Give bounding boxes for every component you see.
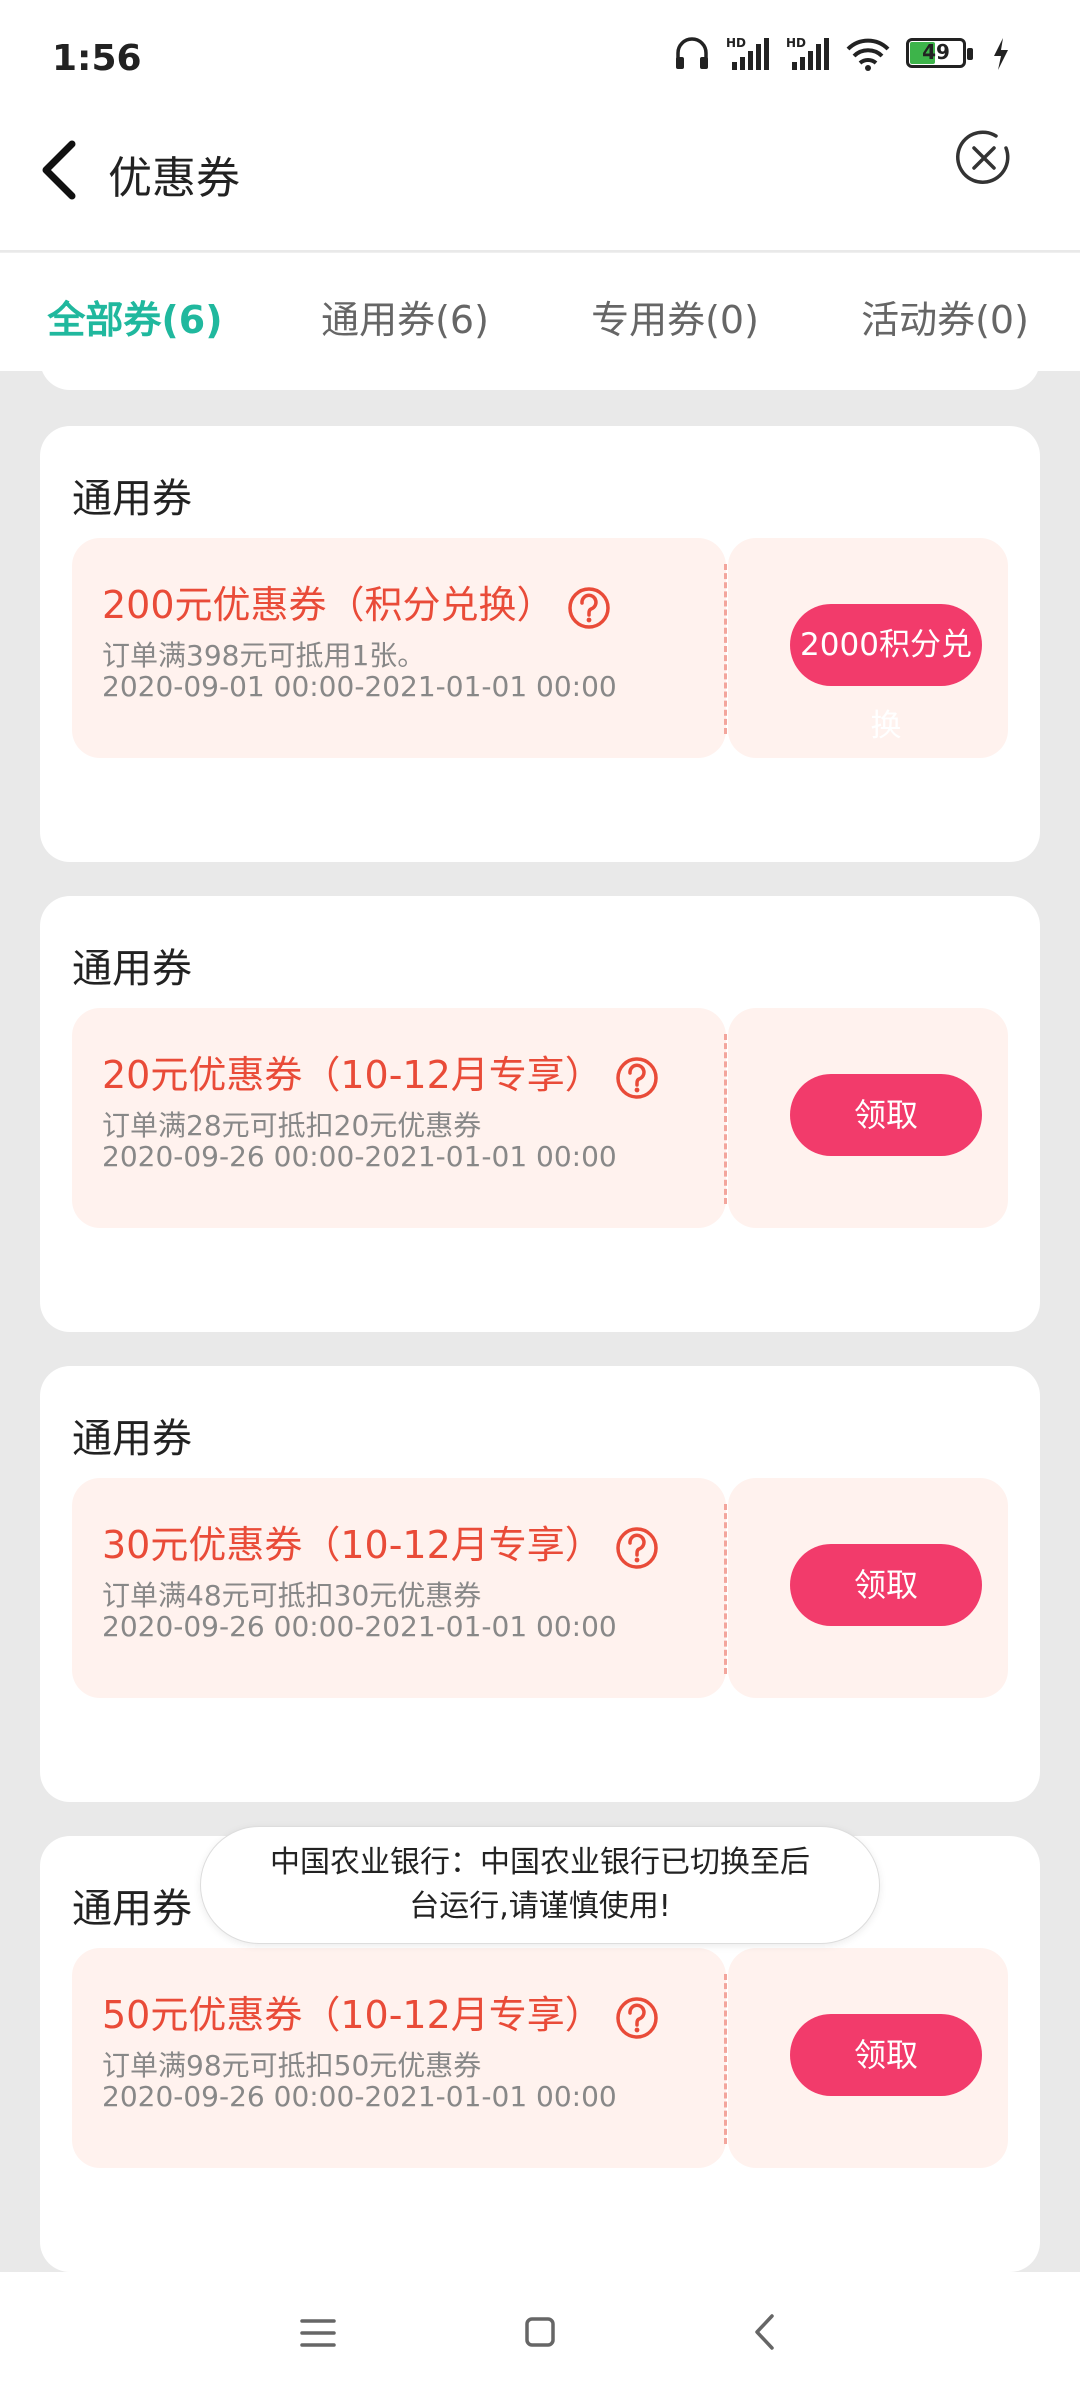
coupon-desc: 订单满48元可抵扣30元优惠券 [102, 1579, 482, 1612]
coupon-desc: 订单满398元可抵用1张。 [102, 639, 426, 672]
battery-icon: 49 [906, 38, 976, 70]
help-icon[interactable] [567, 586, 611, 630]
headset-icon [676, 37, 708, 69]
claim-button[interactable]: 领取 [790, 2014, 982, 2096]
coupon-ticket: 20元优惠券（10-12月专享） 订单满28元可抵扣20元优惠券 2020-09… [72, 1008, 1008, 1228]
help-icon[interactable] [615, 1996, 659, 2040]
toast-line-2: 台运行,请谨慎使用! [409, 1889, 671, 1924]
signal-hd-icon-2: HD [786, 36, 829, 70]
battery-text: 49 [922, 40, 950, 64]
back-arrow-icon[interactable] [38, 140, 78, 200]
coupon-ticket: 30元优惠券（10-12月专享） 订单满48元可抵扣30元优惠券 2020-09… [72, 1478, 1008, 1698]
svg-text:HD: HD [786, 36, 806, 50]
exchange-points-button[interactable]: 2000积分兑 [790, 604, 982, 686]
svg-text:HD: HD [726, 36, 746, 50]
toast-line-1: 中国农业银行：中国农业银行已切换至后 [270, 1845, 810, 1880]
exchange-button-label: 2000积分兑 [800, 627, 972, 663]
coupon-action: 领取 [728, 1948, 1008, 2168]
exchange-button-label-overflow: 换 [870, 708, 902, 744]
previous-card-stub [40, 354, 1040, 390]
coupon-name[interactable]: 30元优惠券（10-12月专享） [102, 1514, 659, 1570]
coupon-info: 50元优惠券（10-12月专享） 订单满98元可抵扣50元优惠券 2020-09… [72, 1948, 726, 2168]
coupon-ticket: 200元优惠券（积分兑换） 订单满398元可抵用1张。 2020-09-01 0… [72, 538, 1008, 758]
coupon-divider [724, 1504, 727, 1674]
status-bar: 1:56 HD HD 49 [0, 0, 1080, 120]
tab-activity[interactable]: 活动券(0) [810, 289, 1080, 344]
coupon-desc: 订单满28元可抵扣20元优惠券 [102, 1109, 482, 1142]
coupon-action: 领取 [728, 1478, 1008, 1698]
coupon-date: 2020-09-26 00:00-2021-01-01 00:00 [102, 2080, 617, 2113]
status-icons: HD HD 49 [674, 36, 1010, 72]
coupon-date: 2020-09-01 00:00-2021-01-01 00:00 [102, 670, 617, 703]
coupon-card: 通用券 200元优惠券（积分兑换） 订单满398元可抵用1张。 2020-09-… [40, 426, 1040, 862]
coupon-name[interactable]: 50元优惠券（10-12月专享） [102, 1984, 659, 2040]
coupon-category: 通用券 [72, 1886, 192, 1932]
coupon-card: 通用券 30元优惠券（10-12月专享） 订单满48元可抵扣30元优惠券 202… [40, 1366, 1040, 1802]
coupon-divider [724, 1974, 727, 2144]
coupon-action: 2000积分兑 换 [728, 538, 1008, 758]
charging-icon [994, 38, 1008, 70]
coupon-desc: 订单满98元可抵扣50元优惠券 [102, 2049, 482, 2082]
coupon-name[interactable]: 20元优惠券（10-12月专享） [102, 1044, 659, 1100]
toast-message: 中国农业银行：中国农业银行已切换至后 台运行,请谨慎使用! [200, 1826, 880, 1944]
coupon-name-text: 30元优惠券（10-12月专享） [102, 1523, 603, 1567]
help-icon[interactable] [615, 1526, 659, 1570]
coupon-divider [724, 1034, 727, 1204]
help-icon[interactable] [615, 1056, 659, 1100]
coupon-date: 2020-09-26 00:00-2021-01-01 00:00 [102, 1140, 617, 1173]
status-time: 1:56 [52, 38, 142, 79]
tab-special[interactable]: 专用券(0) [540, 289, 810, 344]
coupon-category: 通用券 [72, 476, 192, 522]
recent-apps-icon[interactable] [300, 2318, 336, 2348]
home-icon[interactable] [524, 2316, 556, 2348]
coupon-name[interactable]: 200元优惠券（积分兑换） [102, 574, 611, 630]
coupon-category: 通用券 [72, 1416, 192, 1462]
coupon-name-text: 200元优惠券（积分兑换） [102, 583, 555, 627]
coupon-category: 通用券 [72, 946, 192, 992]
close-icon[interactable] [954, 128, 1014, 188]
coupon-info: 30元优惠券（10-12月专享） 订单满48元可抵扣30元优惠券 2020-09… [72, 1478, 726, 1698]
page-title: 优惠券 [108, 153, 240, 204]
claim-button[interactable]: 领取 [790, 1544, 982, 1626]
coupon-card: 通用券 20元优惠券（10-12月专享） 订单满28元可抵扣20元优惠券 202… [40, 896, 1040, 1332]
coupon-name-text: 50元优惠券（10-12月专享） [102, 1993, 603, 2037]
coupon-action: 领取 [728, 1008, 1008, 1228]
wifi-icon [846, 38, 890, 71]
coupon-info: 20元优惠券（10-12月专享） 订单满28元可抵扣20元优惠券 2020-09… [72, 1008, 726, 1228]
signal-hd-icon: HD [726, 36, 769, 70]
nav-back-icon[interactable] [752, 2312, 776, 2352]
claim-button[interactable]: 领取 [790, 1074, 982, 1156]
coupon-ticket: 50元优惠券（10-12月专享） 订单满98元可抵扣50元优惠券 2020-09… [72, 1948, 1008, 2168]
coupon-date: 2020-09-26 00:00-2021-01-01 00:00 [102, 1610, 617, 1643]
coupon-name-text: 20元优惠券（10-12月专享） [102, 1053, 603, 1097]
tab-all[interactable]: 全部券(6) [0, 289, 270, 344]
coupon-info: 200元优惠券（积分兑换） 订单满398元可抵用1张。 2020-09-01 0… [72, 538, 726, 758]
coupon-divider [724, 564, 727, 734]
tab-general[interactable]: 通用券(6) [270, 289, 540, 344]
